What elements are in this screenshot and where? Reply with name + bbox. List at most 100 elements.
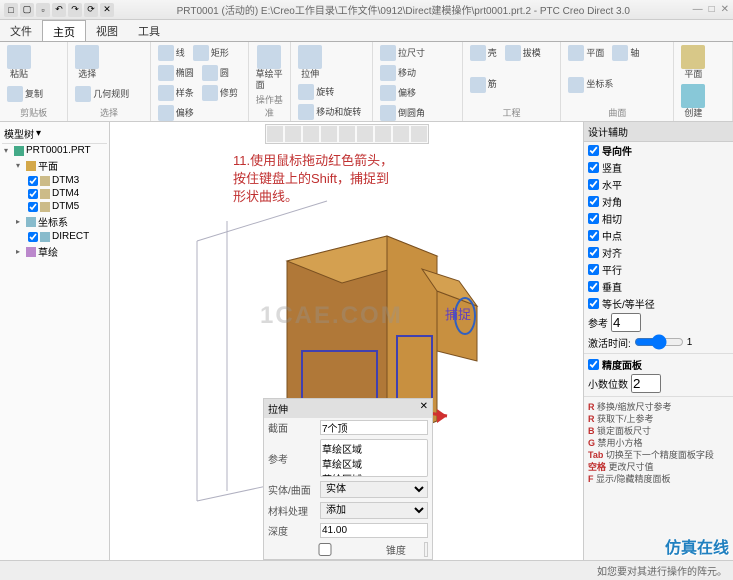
tree-node-csys[interactable]: ▸坐标系 <box>2 213 107 230</box>
repaint-icon[interactable] <box>321 126 337 142</box>
vertical-checkbox[interactable] <box>588 162 599 173</box>
midpoint-checkbox[interactable] <box>588 230 599 241</box>
qat-undo-icon[interactable]: ↶ <box>52 3 66 17</box>
ref-count-input[interactable] <box>611 313 641 332</box>
tree-root[interactable]: ▾PRT0001.PRT <box>2 144 107 157</box>
tab-home[interactable]: 主页 <box>42 20 86 41</box>
trim-button[interactable]: 修剪 <box>199 84 241 102</box>
circle-button[interactable]: 圆 <box>199 64 232 82</box>
geom-rule-button[interactable]: 几何规则 <box>72 85 132 103</box>
section-input[interactable] <box>320 420 428 435</box>
parallel-checkbox[interactable] <box>588 264 599 275</box>
tree-settings-icon[interactable]: ▾ <box>36 128 41 139</box>
paste-button[interactable]: 粘贴 <box>4 44 34 81</box>
dim-button[interactable]: 拉尺寸 <box>377 44 428 62</box>
maximize-icon[interactable]: □ <box>709 4 715 15</box>
material-select[interactable]: 添加 <box>320 502 428 519</box>
tree-node-sketch[interactable]: ▸草绘 <box>2 243 107 260</box>
solid-surf-select[interactable]: 实体 <box>320 481 428 498</box>
guides-checkbox[interactable] <box>588 145 599 156</box>
group-label: 曲面 <box>565 105 669 119</box>
plane-surf-button[interactable]: 平面 <box>565 44 607 62</box>
orient-icon[interactable] <box>375 126 391 142</box>
ribbon-group-clipboard: 粘贴 复制 剪贴板 <box>0 42 68 121</box>
tangent-checkbox[interactable] <box>588 213 599 224</box>
window-controls: — □ ✕ <box>693 4 729 15</box>
instruction-annotation: 11.使用鼠标拖动红色箭头， 按住键盘上的Shift，捕捉到 形状曲线。 <box>233 152 423 206</box>
wireframe-icon[interactable] <box>357 126 373 142</box>
ribbon-group-shape: 拉伸 旋转 移动和旋转 修改形 重代 形状 <box>291 42 373 121</box>
ref-select[interactable]: 草绘区域 草绘区域 草绘区域 <box>320 439 428 477</box>
shell-button[interactable]: 壳 <box>467 44 500 62</box>
tree-node-dtm5[interactable]: DTM5 <box>2 200 107 213</box>
decimals-input[interactable] <box>631 374 661 393</box>
tree-node-dtm4[interactable]: DTM4 <box>2 187 107 200</box>
window-title: PRT0001 (活动的) E:\Creo工作目录\工作文件\0912\Dire… <box>114 2 693 17</box>
ribbon-group-select: 选择 几何规则 选择 <box>68 42 151 121</box>
diagonal-checkbox[interactable] <box>588 196 599 207</box>
vert2-checkbox[interactable] <box>588 281 599 292</box>
zoom-out-icon[interactable] <box>303 126 319 142</box>
refit-icon[interactable] <box>267 126 283 142</box>
taper-checkbox[interactable] <box>268 543 382 556</box>
sketch-plane-button[interactable]: 草绘平面 <box>253 44 287 92</box>
qat-open-icon[interactable]: ▢ <box>20 3 34 17</box>
rect-button[interactable]: 矩形 <box>190 44 232 62</box>
move-rotate-button[interactable]: 移动和旋转 <box>295 103 364 121</box>
panel-close-icon[interactable]: ✕ <box>420 401 428 416</box>
depth-input[interactable] <box>320 523 428 538</box>
status-bar: 如您要对其进行操作的阵元。 <box>0 560 733 580</box>
tree-node-dtm3[interactable]: DTM3 <box>2 174 107 187</box>
ribbon-group-eng: 壳 拔模 筋 工程 <box>463 42 562 121</box>
horizontal-checkbox[interactable] <box>588 179 599 190</box>
csys-button[interactable]: 坐标系 <box>565 76 616 94</box>
qat-save-icon[interactable]: ▫ <box>36 3 50 17</box>
group-label: 工程 <box>467 105 557 119</box>
zoom-in-icon[interactable] <box>285 126 301 142</box>
offset-edit-button[interactable]: 偏移 <box>377 84 419 102</box>
qat-redo-icon[interactable]: ↷ <box>68 3 82 17</box>
viewport[interactable]: 1CAE.COM 11.使用鼠标拖动红色箭头， 按住键盘上的Shift，捕捉到 … <box>110 122 583 560</box>
precision-checkbox[interactable] <box>588 359 599 370</box>
perspective-icon[interactable] <box>411 126 427 142</box>
move-button[interactable]: 移动 <box>377 64 419 82</box>
select-button[interactable]: 选择 <box>72 44 102 81</box>
close-icon[interactable]: ✕ <box>721 4 729 15</box>
status-right: 如您要对其进行操作的阵元。 <box>597 563 727 578</box>
round-button[interactable]: 倒圆角 <box>377 104 428 122</box>
perp-checkbox[interactable] <box>588 247 599 258</box>
tree-node-direct[interactable]: DIRECT <box>2 230 107 243</box>
ribbon-tabs: 文件 主页 视图 工具 <box>0 20 733 42</box>
datum-plane-button[interactable]: 平面 <box>678 44 708 81</box>
blend-button[interactable]: 创建 <box>678 83 708 120</box>
shade-icon[interactable] <box>339 126 355 142</box>
qat-new-icon[interactable]: □ <box>4 3 18 17</box>
tab-tools[interactable]: 工具 <box>128 20 170 41</box>
rib-button[interactable]: 筋 <box>467 76 500 94</box>
taper-input[interactable] <box>424 542 428 557</box>
minimize-icon[interactable]: — <box>693 4 703 15</box>
copy-button[interactable]: 复制 <box>4 85 46 103</box>
offset-button[interactable]: 偏移 <box>155 104 197 122</box>
qat-close-icon[interactable]: ✕ <box>100 3 114 17</box>
equal-checkbox[interactable] <box>588 298 599 309</box>
saved-view-icon[interactable] <box>393 126 409 142</box>
title-bar: □ ▢ ▫ ↶ ↷ ⟳ ✕ PRT0001 (活动的) E:\Creo工作目录\… <box>0 0 733 20</box>
line-button[interactable]: 线 <box>155 44 188 62</box>
qat-regen-icon[interactable]: ⟳ <box>84 3 98 17</box>
watermark: 1CAE.COM <box>260 302 403 330</box>
tab-file[interactable]: 文件 <box>0 20 42 41</box>
extrude-button[interactable]: 拉伸 <box>295 44 325 81</box>
ellipse-button[interactable]: 椭圆 <box>155 64 197 82</box>
tab-view[interactable]: 视图 <box>86 20 128 41</box>
ribbon-group-ref: 草绘平面 操作基准 <box>249 42 292 121</box>
axis-button[interactable]: 轴 <box>609 44 642 62</box>
dtm4-checkbox <box>28 189 38 199</box>
group-label: 剪贴板 <box>4 105 63 119</box>
tree-node-planes[interactable]: ▾平面 <box>2 157 107 174</box>
delay-slider[interactable] <box>634 334 684 350</box>
revolve-button[interactable]: 旋转 <box>295 83 337 101</box>
draft-button[interactable]: 拔模 <box>502 44 544 62</box>
spline-button[interactable]: 样条 <box>155 84 197 102</box>
group-label: 操作基准 <box>253 92 287 119</box>
